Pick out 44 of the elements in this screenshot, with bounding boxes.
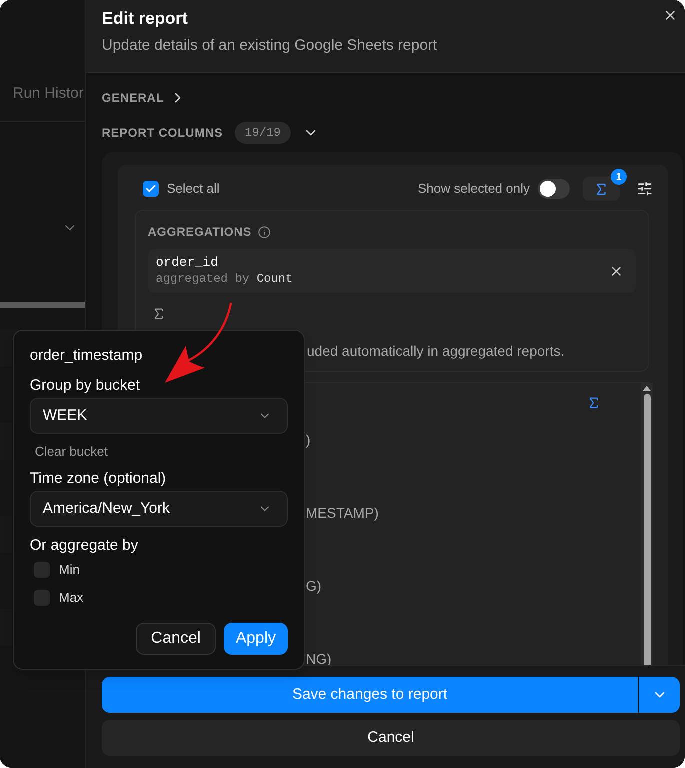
info-icon[interactable] <box>258 226 271 238</box>
column-text: ) <box>306 433 311 447</box>
aggregations-note: uded automatically in aggregated reports. <box>307 342 565 360</box>
aggregations-title: AGGREGATIONS <box>148 224 252 240</box>
scrollbar[interactable] <box>0 302 85 308</box>
scrollbar[interactable] <box>641 383 653 665</box>
checkbox[interactable] <box>34 590 50 606</box>
field-label: Time zone (optional) <box>30 469 168 489</box>
clear-bucket-link[interactable]: Clear bucket <box>35 444 108 460</box>
tab-label[interactable]: Run Histor <box>13 84 84 104</box>
field-label: Group by bucket <box>30 376 142 396</box>
column-text: G) <box>306 579 322 593</box>
apply-button[interactable]: Apply <box>224 623 288 655</box>
column-text: MESTAMP) <box>306 506 379 520</box>
save-button[interactable]: Save changes to report <box>102 677 638 713</box>
count-badge: 19/19 <box>235 122 292 144</box>
column-name: order_id <box>156 254 220 271</box>
checkbox[interactable] <box>143 181 159 197</box>
section-toggle[interactable]: GENERAL <box>102 89 186 107</box>
checkbox[interactable] <box>34 562 50 578</box>
select-field[interactable]: America/New_York <box>30 491 288 527</box>
toggle-label: Show selected only <box>418 180 530 198</box>
count-badge: 1 <box>611 169 627 185</box>
close-icon[interactable] <box>663 8 678 23</box>
aggregate-label: Or aggregate by <box>30 536 140 556</box>
sigma-icon[interactable] <box>152 307 166 321</box>
scroll-up-icon[interactable] <box>643 386 651 391</box>
select-all-label: Select all <box>167 180 220 198</box>
cancel-button[interactable]: Cancel <box>102 720 680 756</box>
option-label: Max <box>59 589 84 608</box>
select-field[interactable]: WEEK <box>30 398 288 434</box>
popover-title: order_timestamp <box>30 346 144 366</box>
sliders-icon[interactable] <box>637 181 653 197</box>
sigma-icon <box>594 182 609 196</box>
section-toggle[interactable]: REPORT COLUMNS 19/19 <box>102 124 320 142</box>
aggregation-detail: aggregated by Count <box>156 271 293 288</box>
column-text: NG) <box>306 652 332 666</box>
toggle-switch[interactable] <box>538 179 570 199</box>
drawer-title: Edit report <box>102 8 189 30</box>
drawer-subtitle: Update details of an existing Google Sheets report <box>102 36 438 56</box>
checkmark-icon <box>145 183 157 195</box>
sigma-icon[interactable] <box>587 395 601 411</box>
cancel-button[interactable]: Cancel <box>136 623 216 655</box>
option-label: Min <box>59 561 80 580</box>
